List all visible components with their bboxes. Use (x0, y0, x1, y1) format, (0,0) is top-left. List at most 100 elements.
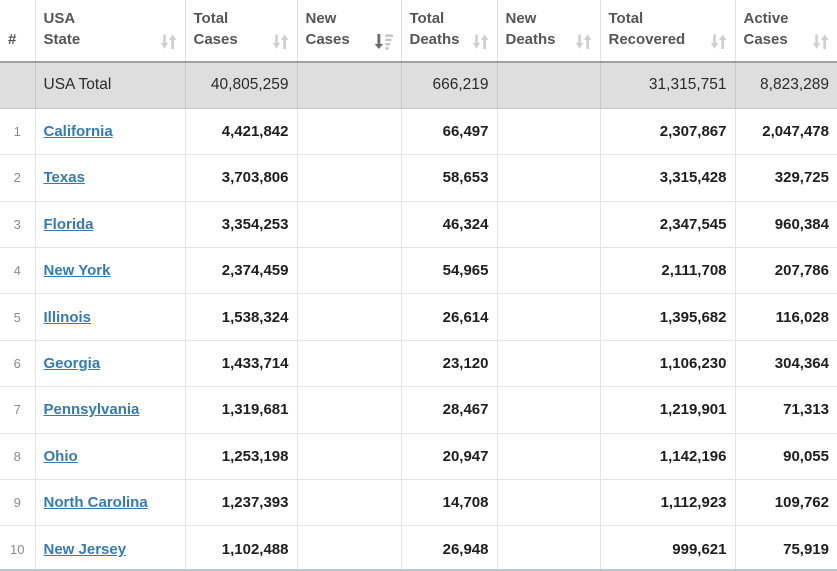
column-header-new_cases[interactable]: NewCases (297, 0, 401, 62)
index-cell: 7 (0, 387, 35, 433)
column-header-active_cases[interactable]: ActiveCases (735, 0, 837, 62)
column-header-total_recovered[interactable]: TotalRecovered (600, 0, 735, 62)
state-link[interactable]: New York (44, 262, 111, 279)
total_cases-cell: 1,237,393 (185, 480, 297, 526)
column-header-new_deaths[interactable]: NewDeaths (497, 0, 600, 62)
active_cases-cell: 960,384 (735, 201, 837, 247)
state-cell: New York (35, 248, 185, 294)
sort-descending-active-icon (374, 33, 393, 50)
active_cases-cell: 304,364 (735, 340, 837, 386)
state-row-4: 4New York2,374,45954,9652,111,708207,786 (0, 248, 837, 294)
state-cell: California (35, 108, 185, 154)
active_cases-cell: 90,055 (735, 433, 837, 479)
total_recovered-cell: 1,142,196 (600, 433, 735, 479)
new_deaths-cell (497, 433, 600, 479)
total_cases-cell: 1,319,681 (185, 387, 297, 433)
state-row-5: 5Illinois1,538,32426,6141,395,682116,028 (0, 294, 837, 340)
usa-total-row: USA Total40,805,259666,21931,315,7518,82… (0, 62, 837, 108)
total-state-cell: USA Total (35, 62, 185, 108)
index-cell: 1 (0, 108, 35, 154)
total-new_deaths-cell (497, 62, 600, 108)
state-row-10: 10New Jersey1,102,48826,948999,62175,919 (0, 526, 837, 571)
new_deaths-cell (497, 526, 600, 571)
usa-states-table: # USAState TotalCases NewCases TotalDeath… (0, 0, 837, 571)
column-label-total_deaths: TotalDeaths (410, 8, 460, 50)
total_recovered-cell: 2,307,867 (600, 108, 735, 154)
new_deaths-cell (497, 108, 600, 154)
total_recovered-cell: 3,315,428 (600, 155, 735, 201)
total_cases-cell: 1,538,324 (185, 294, 297, 340)
new_deaths-cell (497, 155, 600, 201)
total_cases-cell: 3,354,253 (185, 201, 297, 247)
total-new_cases-cell (297, 62, 401, 108)
state-link[interactable]: New Jersey (44, 541, 127, 558)
new_deaths-cell (497, 294, 600, 340)
column-header-total_cases[interactable]: TotalCases (185, 0, 297, 62)
new_deaths-cell (497, 387, 600, 433)
state-cell: Florida (35, 201, 185, 247)
total-index-cell (0, 62, 35, 108)
total_deaths-cell: 26,614 (401, 294, 497, 340)
total_deaths-cell: 54,965 (401, 248, 497, 294)
total_recovered-cell: 1,106,230 (600, 340, 735, 386)
new_cases-cell (297, 294, 401, 340)
new_deaths-cell (497, 340, 600, 386)
total_cases-cell: 1,433,714 (185, 340, 297, 386)
state-link[interactable]: Georgia (44, 355, 101, 372)
state-cell: North Carolina (35, 480, 185, 526)
state-cell: New Jersey (35, 526, 185, 571)
new_deaths-cell (497, 248, 600, 294)
new_cases-cell (297, 340, 401, 386)
total_recovered-cell: 2,111,708 (600, 248, 735, 294)
state-row-7: 7 Pennsylvania 1,319,681 28,467 1,219,90171,… (0, 387, 837, 433)
total_cases-cell: 2,374,459 (185, 248, 297, 294)
index-cell: 2 (0, 155, 35, 201)
total-total_cases-cell: 40,805,259 (185, 62, 297, 108)
index-cell: 6 (0, 340, 35, 386)
active_cases-cell: 71,313 (735, 387, 837, 433)
state-row-1: 1California4,421,84266,4972,307,8672,047… (0, 108, 837, 154)
total-active_cases-cell: 8,823,289 (735, 62, 837, 108)
total_deaths-cell: 20,947 (401, 433, 497, 479)
total_cases-cell: 4,421,842 (185, 108, 297, 154)
total_deaths-cell: 28,467 (401, 387, 497, 433)
state-link[interactable]: Ohio (44, 448, 78, 465)
new_cases-cell (297, 387, 401, 433)
new_cases-cell (297, 526, 401, 571)
column-label-index: # (8, 29, 16, 50)
state-link[interactable]: Pennsylvania (44, 401, 140, 418)
table-header-row: # USAState TotalCases NewCases TotalDeath… (0, 0, 837, 62)
state-cell: Georgia (35, 340, 185, 386)
new_deaths-cell (497, 201, 600, 247)
state-link[interactable]: California (44, 123, 113, 140)
new_cases-cell (297, 433, 401, 479)
active_cases-cell: 109,762 (735, 480, 837, 526)
column-label-new_cases: NewCases (306, 8, 350, 50)
sort-toggle-icon (710, 33, 727, 50)
new_deaths-cell (497, 480, 600, 526)
sort-toggle-icon (472, 33, 489, 50)
column-header-state[interactable]: USAState (35, 0, 185, 62)
total_deaths-cell: 46,324 (401, 201, 497, 247)
total_deaths-cell: 14,708 (401, 480, 497, 526)
total_deaths-cell: 58,653 (401, 155, 497, 201)
column-header-index: # (0, 0, 35, 62)
column-label-new_deaths: NewDeaths (506, 8, 556, 50)
total_recovered-cell: 1,219,901 (600, 387, 735, 433)
total_recovered-cell: 1,112,923 (600, 480, 735, 526)
state-link[interactable]: Illinois (44, 309, 92, 326)
active_cases-cell: 2,047,478 (735, 108, 837, 154)
total_recovered-cell: 999,621 (600, 526, 735, 571)
column-header-total_deaths[interactable]: TotalDeaths (401, 0, 497, 62)
index-cell: 9 (0, 480, 35, 526)
total_cases-cell: 3,703,806 (185, 155, 297, 201)
total_cases-cell: 1,253,198 (185, 433, 297, 479)
column-label-total_cases: TotalCases (194, 8, 238, 50)
state-link[interactable]: Texas (44, 169, 85, 186)
index-cell: 4 (0, 248, 35, 294)
sort-toggle-icon (575, 33, 592, 50)
active_cases-cell: 329,725 (735, 155, 837, 201)
total-total_recovered-cell: 31,315,751 (600, 62, 735, 108)
state-link[interactable]: Florida (44, 216, 94, 233)
state-link[interactable]: North Carolina (44, 494, 148, 511)
